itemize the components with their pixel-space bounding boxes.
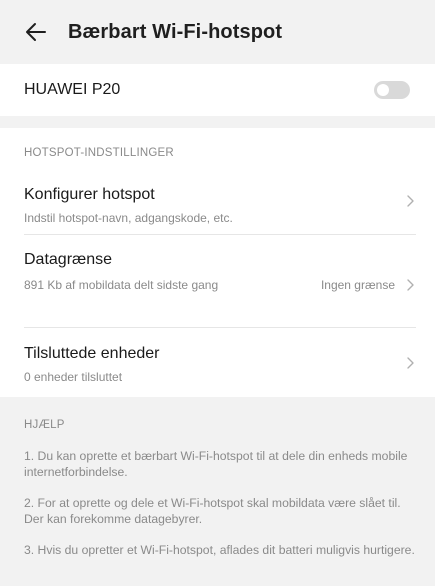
hotspot-toggle[interactable]: [374, 81, 410, 99]
help-item: 2. For at oprette og dele et Wi-Fi-hotsp…: [24, 496, 401, 526]
help-section-header: HJÆLP: [24, 419, 65, 431]
configure-hotspot-item[interactable]: Konfigurer hotspot Indstil hotspot-navn,…: [0, 172, 435, 234]
chevron-right-icon: [407, 357, 414, 369]
page-title: Bærbart Wi-Fi-hotspot: [68, 20, 283, 43]
help-item: 1. Du kan oprette et bærbart Wi-Fi-hotsp…: [24, 449, 408, 479]
chevron-right-icon: [407, 195, 414, 207]
connected-devices-subtitle: 0 enheder tilsluttet: [24, 370, 123, 384]
hotspot-toggle-row[interactable]: HUAWEI P20: [0, 64, 435, 116]
back-arrow-icon: [26, 23, 46, 41]
app-header: Bærbart Wi-Fi-hotspot: [0, 0, 435, 64]
back-button[interactable]: [18, 14, 54, 50]
settings-section-header: HOTSPOT-INDSTILLINGER: [24, 147, 174, 159]
data-limit-value: Ingen grænse: [320, 278, 395, 292]
help-item: 3. Hvis du opretter et Wi-Fi-hotspot, af…: [24, 543, 415, 557]
toggle-knob: [377, 84, 389, 96]
data-limit-item[interactable]: Datagrænse 891 Kb af mobildata delt sids…: [0, 235, 435, 327]
settings-card: HOTSPOT-INDSTILLINGER Konfigurer hotspot…: [0, 128, 435, 397]
configure-hotspot-title: Konfigurer hotspot: [24, 186, 155, 203]
hotspot-settings-screen: Bærbart Wi-Fi-hotspot HUAWEI P20 HOTSPOT…: [0, 0, 435, 586]
data-limit-subtitle: 891 Kb af mobildata delt sidste gang: [24, 278, 219, 292]
chevron-right-icon: [407, 279, 414, 291]
connected-devices-item[interactable]: Tilsluttede enheder 0 enheder tilsluttet: [0, 328, 435, 397]
device-card: HUAWEI P20: [0, 64, 435, 116]
configure-hotspot-subtitle: Indstil hotspot-navn, adgangskode, etc.: [24, 211, 233, 225]
device-name: HUAWEI P20: [24, 81, 121, 98]
data-limit-title: Datagrænse: [24, 251, 113, 268]
connected-devices-title: Tilsluttede enheder: [24, 345, 160, 362]
